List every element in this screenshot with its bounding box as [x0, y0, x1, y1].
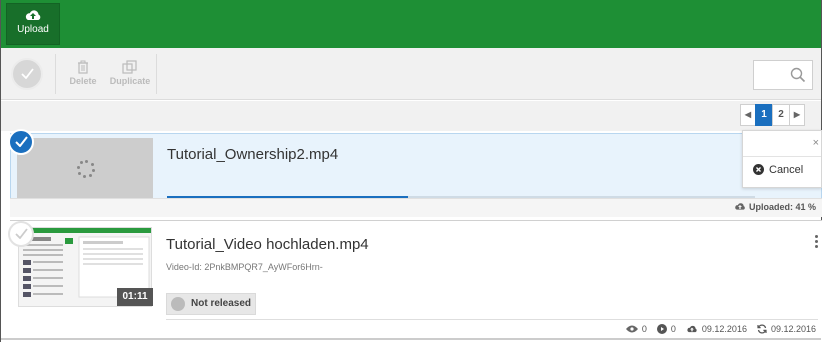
video-stats: 0 0 09.12.2016 09.12.2016 — [560, 324, 816, 334]
video-title: Tutorial_Video hochladen.mp4 — [166, 236, 369, 253]
checkmark-icon — [21, 68, 34, 79]
duplicate-button[interactable]: Duplicate — [107, 60, 153, 86]
eye-icon — [625, 325, 638, 333]
close-menu-button[interactable]: × — [813, 137, 819, 149]
search-icon — [790, 67, 806, 83]
upload-status-text: Uploaded: 41 % — [748, 202, 816, 212]
uploaded-date-stat: 09.12.2016 — [686, 324, 747, 334]
item-context-menu: × Cancel — [742, 130, 822, 188]
video-card-divider — [166, 319, 818, 320]
delete-button[interactable]: Delete — [63, 60, 103, 86]
menu-divider — [743, 156, 821, 157]
release-status-text: Not released — [191, 298, 252, 309]
toolbar: Delete Duplicate — [1, 48, 821, 100]
uploaded-date: 09.12.2016 — [701, 324, 747, 334]
release-status-icon — [171, 297, 185, 311]
more-options-icon[interactable] — [812, 235, 820, 251]
video-thumbnail-placeholder — [17, 138, 153, 202]
top-bar: Upload — [1, 0, 821, 48]
updated-date-stat: 09.12.2016 — [757, 324, 816, 334]
cancel-icon — [753, 164, 764, 175]
toolbar-divider — [156, 54, 157, 94]
upload-label: Upload — [17, 24, 49, 35]
page-1-button[interactable]: 1 — [755, 104, 773, 126]
cloud-upload-icon — [25, 10, 41, 20]
play-icon — [656, 324, 667, 334]
cancel-upload-button[interactable]: Cancel — [753, 164, 803, 176]
video-id: Video-Id: 2PnkBMPQR7_AyWFor6Hrn- — [166, 262, 323, 272]
item-selected-checkbox[interactable] — [8, 129, 34, 155]
checkmark-icon — [15, 136, 28, 147]
cloud-upload-icon — [735, 203, 745, 210]
cloud-upload-icon — [687, 325, 697, 332]
cancel-label: Cancel — [769, 164, 804, 176]
toolbar-divider — [55, 54, 56, 94]
plays-count: 0 — [670, 324, 676, 334]
page-2-button[interactable]: 2 — [772, 104, 790, 126]
video-title: Tutorial_Ownership2.mp4 — [167, 146, 339, 163]
prev-page-button[interactable]: ◀ — [740, 104, 756, 126]
views-stat: 0 — [625, 324, 647, 334]
views-count: 0 — [641, 324, 647, 334]
loading-spinner-icon — [77, 160, 95, 178]
select-all-checkbox[interactable] — [11, 58, 43, 90]
duplicate-icon — [122, 60, 137, 74]
duplicate-label: Duplicate — [109, 76, 151, 86]
item-select-checkbox[interactable] — [8, 221, 34, 247]
search-input[interactable] — [753, 60, 813, 90]
release-status-badge: Not released — [166, 293, 256, 315]
refresh-icon — [757, 324, 767, 334]
next-page-button[interactable]: ▶ — [789, 104, 805, 126]
pagination-bar: ◀ 1 2 ▶ — [1, 101, 821, 131]
checkmark-icon — [15, 228, 28, 239]
upload-button[interactable]: Upload — [6, 3, 60, 45]
upload-status-bar: Uploaded: 41 % — [10, 198, 822, 217]
delete-label: Delete — [69, 76, 97, 86]
plays-stat: 0 — [656, 324, 676, 334]
video-duration: 01:11 — [117, 288, 153, 306]
upload-status: Uploaded: 41 % — [734, 202, 816, 212]
pagination: ◀ 1 2 ▶ — [740, 104, 805, 126]
updated-date: 09.12.2016 — [770, 324, 816, 334]
trash-icon — [78, 60, 88, 74]
list-bottom-border — [1, 338, 821, 340]
